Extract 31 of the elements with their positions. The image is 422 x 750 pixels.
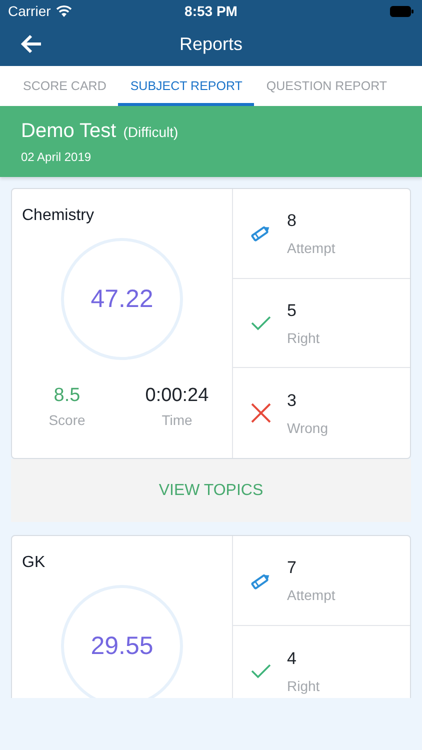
stat-label: Right [287,678,320,694]
cross-icon [250,402,272,424]
stat-value: 8 [287,210,296,231]
test-name: Demo Test [21,120,116,143]
subject-name: Chemistry [22,207,94,225]
score-value: 8.5 [54,385,80,407]
difficulty-label: (Difficult) [123,124,178,140]
battery-icon [390,6,414,16]
percentage-value: 47.22 [90,284,154,314]
tab[interactable]: SCORE CARD [11,66,118,106]
stat-label: Attempt [287,240,336,256]
test-date: 02 April 2019 [21,150,92,164]
time-value: 0:00:24 [145,385,209,407]
clock-time: 8:53 PM [184,3,238,19]
score-label: Score [48,412,86,428]
carrier-label: Carrier [8,3,51,19]
back-button[interactable] [20,34,42,54]
stat-label: Right [287,330,320,346]
time-label: Time [162,412,192,428]
view-topics-button[interactable]: VIEW TOPICS [11,459,411,522]
stat-value: 5 [287,300,296,320]
wifi-icon [56,5,72,17]
stat-value: 7 [287,558,296,578]
subject-name: GK [22,554,46,572]
stat-value: 3 [287,390,296,411]
stat-label: Attempt [287,587,336,603]
stat-label: Wrong [287,420,328,436]
stat-value: 4 [287,648,296,668]
percentage-value: 29.55 [90,632,154,660]
screen-title: Reports [179,34,243,54]
tab[interactable]: QUESTION REPORT [254,66,400,106]
